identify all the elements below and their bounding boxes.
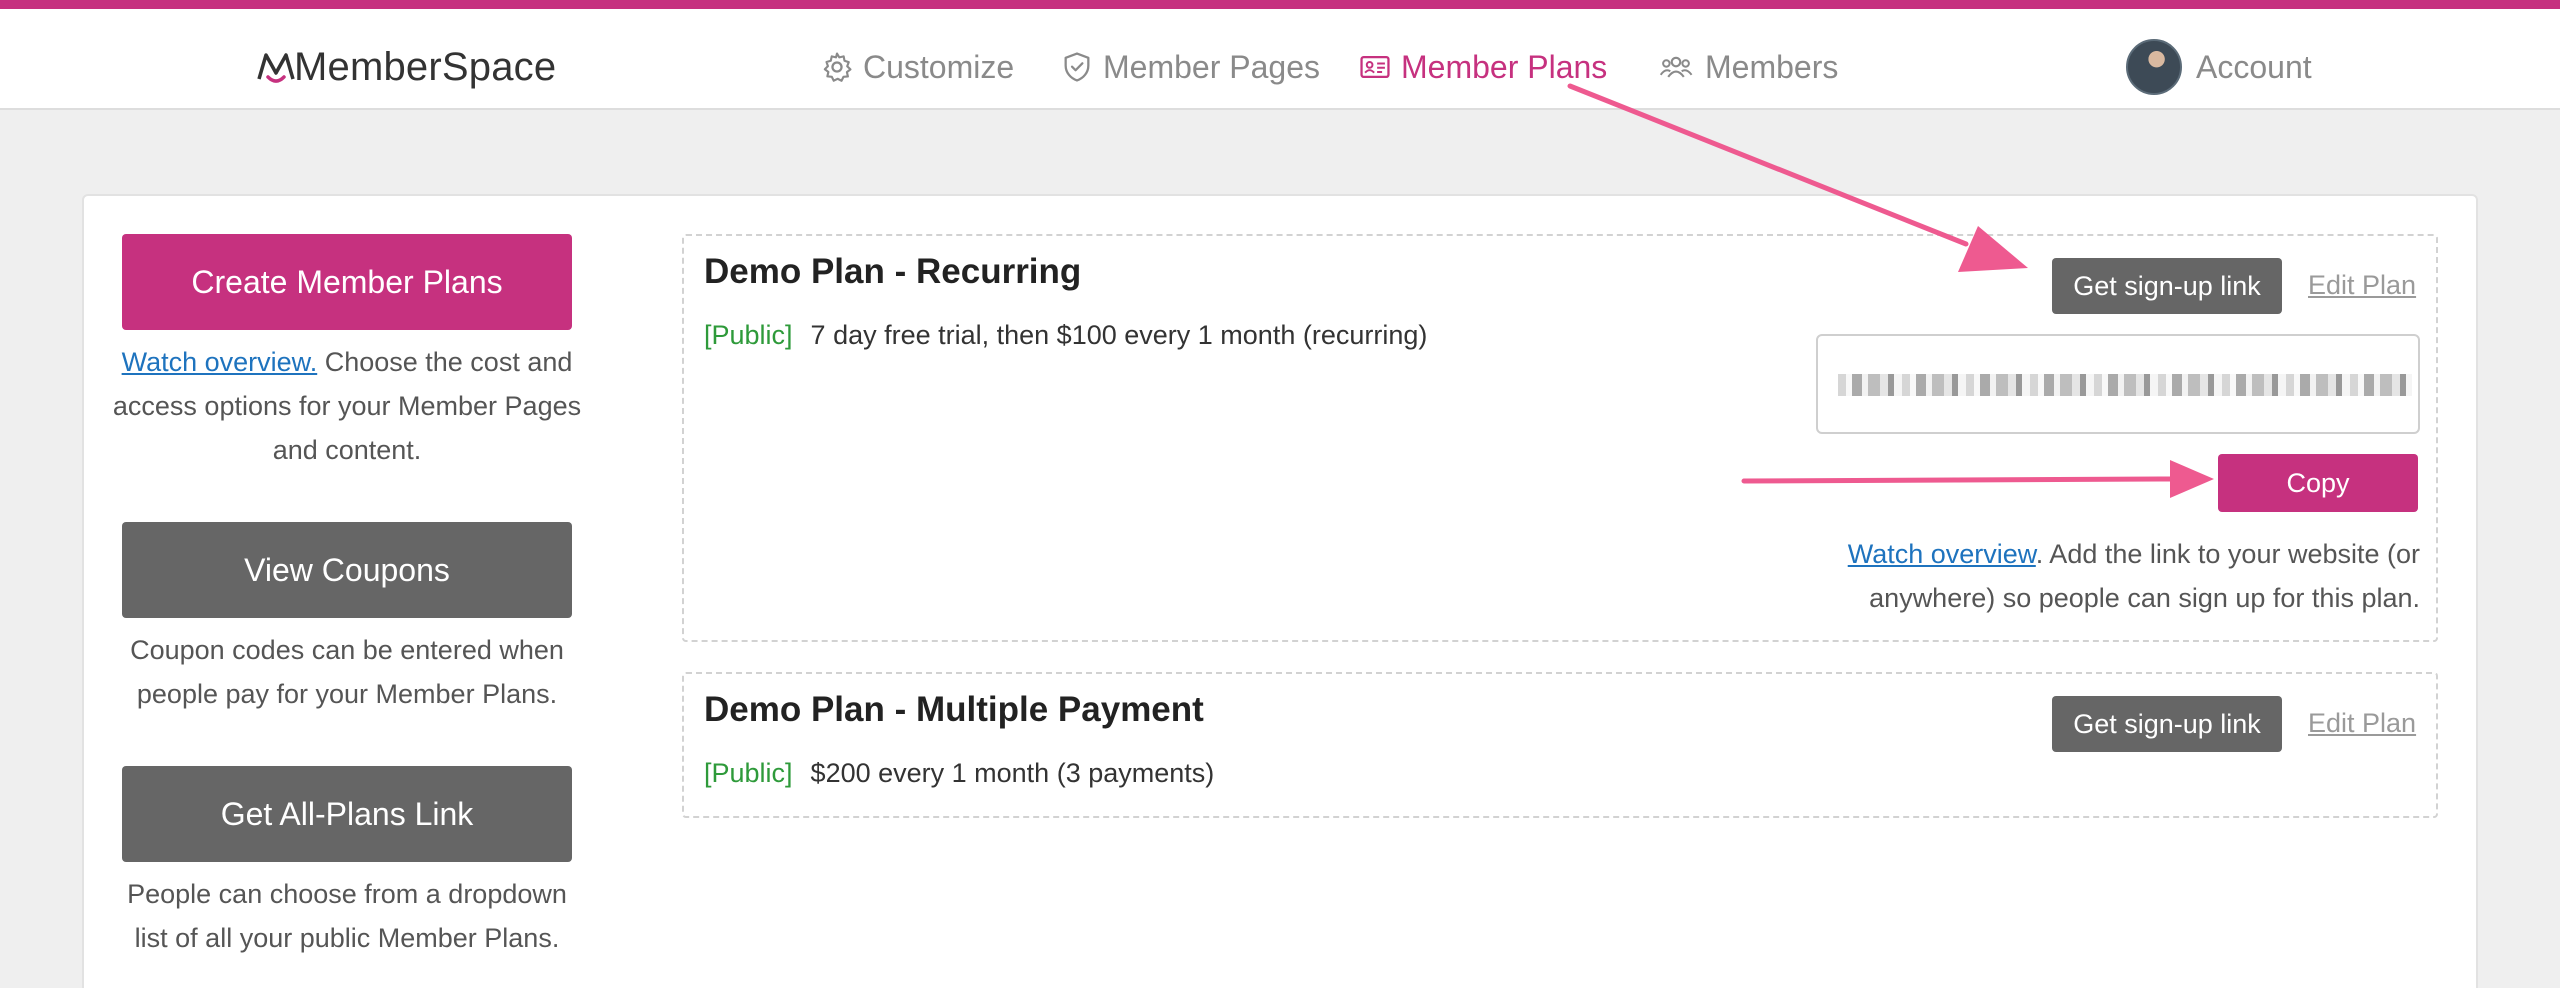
create-member-plans-button[interactable]: Create Member Plans xyxy=(122,234,572,330)
get-signup-link-label: Get sign-up link xyxy=(2073,708,2261,739)
all-plans-description: People can choose from a dropdown list o… xyxy=(127,879,567,953)
logo-text: MemberSpace xyxy=(294,44,557,89)
nav-members-label: Members xyxy=(1705,48,1839,85)
gear-icon xyxy=(823,52,852,82)
nav-member-pages-label: Member Pages xyxy=(1103,48,1320,85)
top-nav-bar: MemberSpace Customize Member Pages Membe… xyxy=(0,9,2560,110)
copy-label: Copy xyxy=(2286,467,2350,498)
get-signup-link-label: Get sign-up link xyxy=(2073,270,2261,301)
plan-visibility-tag: [Public] xyxy=(704,758,793,788)
memberspace-logo[interactable]: MemberSpace xyxy=(256,37,556,97)
get-signup-link-button[interactable]: Get sign-up link xyxy=(2052,696,2282,752)
create-plans-description: Watch overview. Choose the cost and acce… xyxy=(112,340,582,472)
plan-description: [Public] 7 day free trial, then $100 ever… xyxy=(704,320,1427,351)
coupons-description: Coupon codes can be entered when people … xyxy=(130,635,564,709)
avatar xyxy=(2126,39,2182,95)
nav-member-plans[interactable]: Member Plans xyxy=(1358,37,1607,97)
account-label: Account xyxy=(2196,48,2312,85)
memberspace-logo-icon xyxy=(257,53,295,83)
view-coupons-label: View Coupons xyxy=(244,551,450,588)
edit-plan-link[interactable]: Edit Plan xyxy=(2308,708,2416,739)
plan-card-multiple-payment: Demo Plan - Multiple Payment [Public] $20… xyxy=(682,672,2438,818)
copy-button[interactable]: Copy xyxy=(2218,454,2418,512)
users-icon xyxy=(1659,56,1693,78)
create-member-plans-label: Create Member Plans xyxy=(191,263,503,300)
signup-link-help: Watch overview. Add the link to your web… xyxy=(1734,532,2420,620)
watch-overview-link[interactable]: Watch overview xyxy=(1848,539,2036,569)
signup-link-field[interactable] xyxy=(1816,334,2420,434)
plan-title: Demo Plan - Multiple Payment xyxy=(704,690,1204,729)
watch-overview-link[interactable]: Watch overview. xyxy=(122,347,318,377)
plan-pricing: 7 day free trial, then $100 every 1 mont… xyxy=(810,320,1428,350)
plan-title: Demo Plan - Recurring xyxy=(704,252,1082,291)
plan-description: [Public] $200 every 1 month (3 payments) xyxy=(704,758,1214,789)
plan-card-recurring: Demo Plan - Recurring [Public] 7 day free… xyxy=(682,234,2438,642)
get-all-plans-link-label: Get All-Plans Link xyxy=(220,795,474,832)
top-accent-stripe xyxy=(0,0,2560,9)
nav-member-plans-label: Member Plans xyxy=(1401,48,1608,85)
nav-customize-label: Customize xyxy=(863,48,1015,85)
plan-visibility-tag: [Public] xyxy=(704,320,793,350)
nav-customize[interactable]: Customize xyxy=(820,37,1014,97)
nav-member-pages[interactable]: Member Pages xyxy=(1060,37,1320,97)
plan-pricing: $200 every 1 month (3 payments) xyxy=(810,758,1215,788)
account-menu[interactable]: Account xyxy=(2126,39,2312,95)
get-all-plans-link-button[interactable]: Get All-Plans Link xyxy=(122,766,572,862)
get-signup-link-button[interactable]: Get sign-up link xyxy=(2052,258,2282,314)
id-card-icon xyxy=(1360,55,1390,79)
nav-members[interactable]: Members xyxy=(1656,37,1838,97)
shield-check-icon xyxy=(1064,52,1090,82)
redacted-signup-url xyxy=(1838,374,2412,396)
view-coupons-button[interactable]: View Coupons xyxy=(122,522,572,618)
edit-plan-link[interactable]: Edit Plan xyxy=(2308,270,2416,301)
